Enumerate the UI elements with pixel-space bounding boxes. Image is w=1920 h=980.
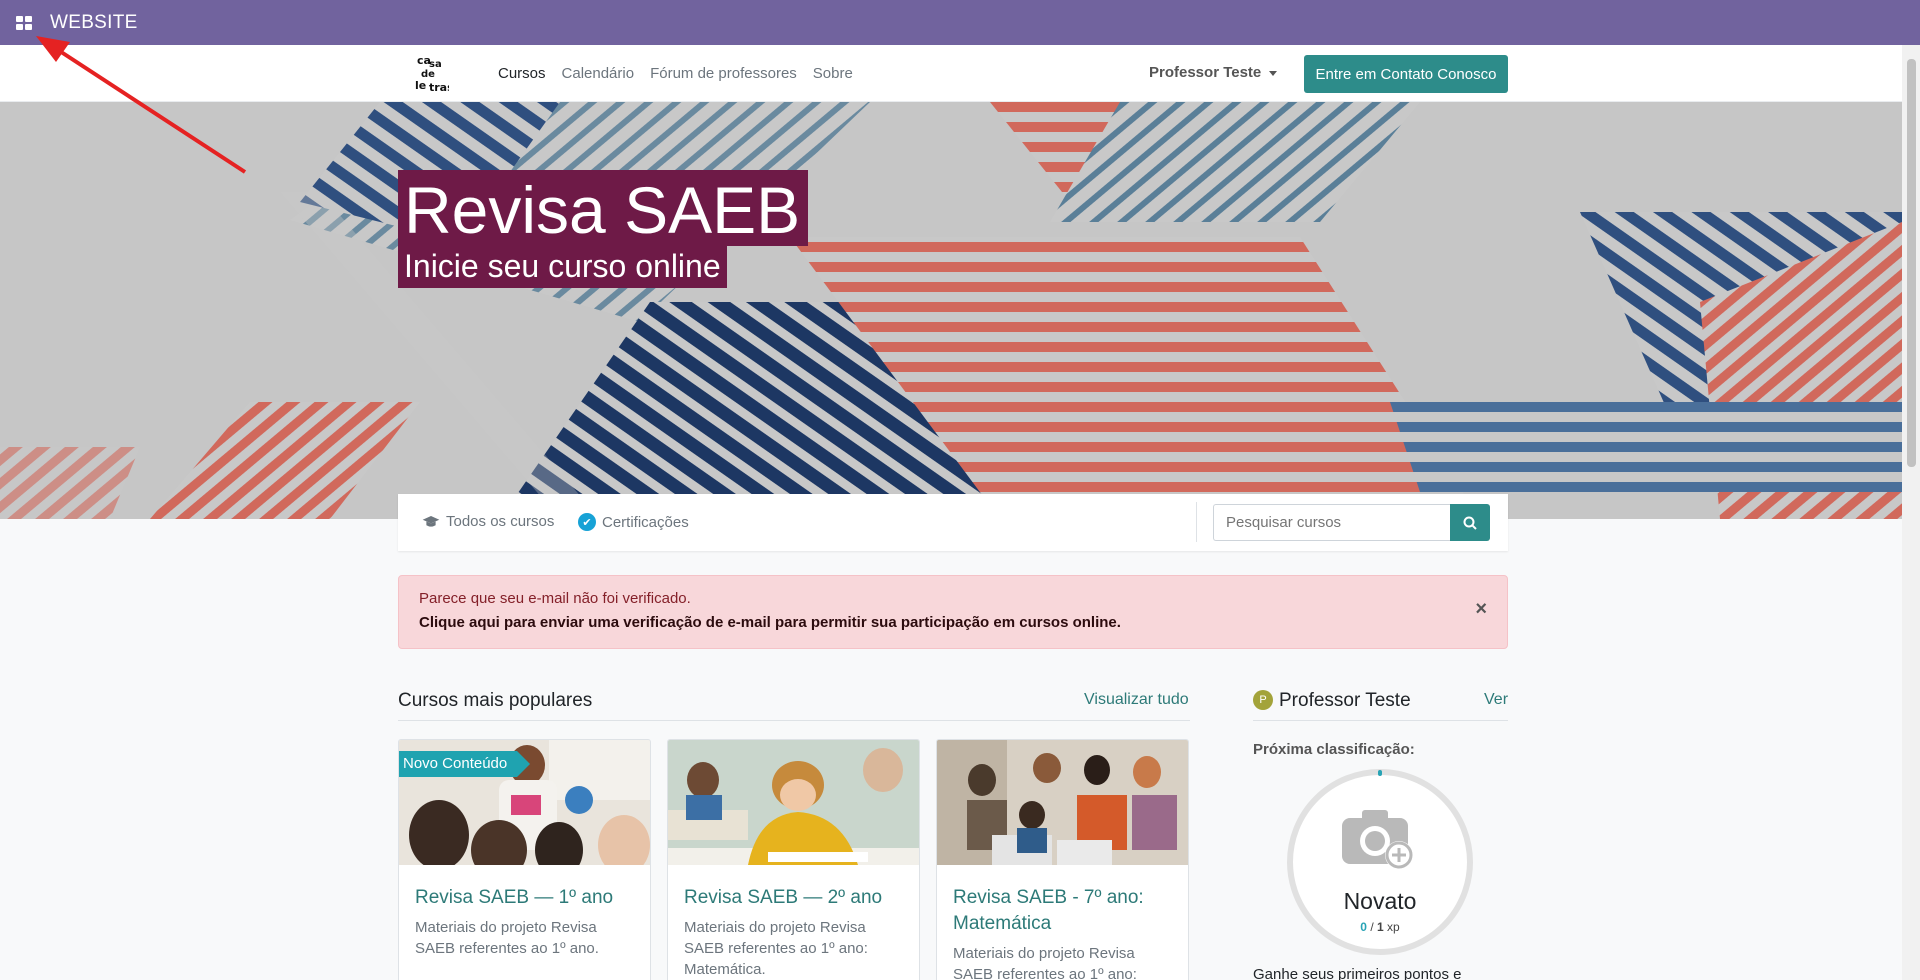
logo-image: ca sa de le tras	[415, 54, 454, 94]
view-profile-link[interactable]: Ver	[1484, 691, 1508, 709]
search-icon	[1463, 516, 1477, 530]
courses-filter-bar: Todos os cursos ✔ Certificações	[398, 494, 1508, 551]
course-description: Materiais do projeto Revisa SAEB referen…	[415, 919, 599, 957]
course-card[interactable]: Revisa SAEB — 2º ano Materiais do projet…	[667, 739, 920, 980]
section-divider	[398, 720, 1190, 721]
hero-title: Revisa SAEB	[398, 170, 809, 246]
rank-progress-indicator	[1378, 770, 1382, 776]
email-verification-alert: Parece que seu e-mail não foi verificado…	[398, 575, 1508, 649]
course-description: Materiais do projeto Revisa SAEB referen…	[953, 945, 1137, 980]
profile-name: Professor Teste	[1279, 690, 1411, 711]
nav-links: Cursos Calendário Fórum de professores S…	[498, 45, 853, 102]
hero-title-block: Revisa SAEB Inicie seu curso online	[398, 170, 809, 288]
app-title: WEBSITE	[50, 11, 138, 33]
svg-text:tras: tras	[429, 81, 449, 93]
send-verification-link[interactable]: Clique aqui para enviar uma verificação …	[419, 614, 1487, 631]
filter-all-courses-label: Todos os cursos	[446, 513, 555, 530]
course-card[interactable]: Revisa SAEB - 7º ano: Matemática Materia…	[936, 739, 1189, 980]
course-description: Materiais do projeto Revisa SAEB referen…	[684, 919, 868, 978]
xp-separator: /	[1366, 920, 1377, 934]
popular-courses-title: Cursos mais populares	[398, 690, 593, 711]
next-rank-label: Próxima classificação:	[1253, 741, 1415, 758]
apps-grid-icon[interactable]	[16, 15, 32, 30]
filter-certifications[interactable]: ✔ Certificações	[578, 513, 689, 531]
filter-divider	[1196, 502, 1197, 542]
odoo-topbar: WEBSITE	[0, 0, 1920, 45]
alert-message: Parece que seu e-mail não foi verificado…	[419, 590, 691, 607]
user-avatar: P	[1253, 690, 1273, 710]
page-scrollbar[interactable]	[1902, 45, 1920, 980]
nav-link-forum[interactable]: Fórum de professores	[650, 65, 797, 82]
course-card[interactable]: Novo Conteúdo Revisa SAEB — 1º ano Mater…	[398, 739, 651, 980]
course-thumbnail	[668, 740, 919, 865]
search-button[interactable]	[1450, 504, 1490, 541]
graduation-cap-icon	[422, 515, 440, 527]
profile-divider	[1253, 720, 1508, 721]
hero-banner: Revisa SAEB Inicie seu curso online	[0, 102, 1902, 519]
course-title[interactable]: Revisa SAEB - 7º ano: Matemática	[937, 865, 1188, 937]
scrollbar-thumb[interactable]	[1907, 59, 1916, 467]
rank-name: Novato	[1343, 888, 1417, 914]
contact-us-button[interactable]: Entre em Contato Conosco	[1304, 55, 1508, 93]
user-menu-dropdown[interactable]: Professor Teste	[1149, 64, 1278, 81]
course-title[interactable]: Revisa SAEB — 1º ano	[399, 865, 650, 911]
gain-points-text: Ganhe seus primeiros pontos e	[1253, 966, 1462, 980]
camera-plus-icon[interactable]	[1342, 808, 1420, 870]
hero-subtitle: Inicie seu curso online	[398, 246, 727, 288]
nav-link-cursos[interactable]: Cursos	[498, 65, 546, 82]
nav-link-sobre[interactable]: Sobre	[813, 65, 853, 82]
hero-background-pattern	[0, 102, 1902, 519]
course-thumbnail: Novo Conteúdo	[399, 740, 650, 865]
caret-down-icon	[1269, 70, 1278, 76]
filter-certifications-label: Certificações	[602, 513, 689, 531]
view-all-link[interactable]: Visualizar tudo	[1084, 691, 1189, 709]
new-content-ribbon: Novo Conteúdo	[399, 751, 531, 777]
course-thumbnail	[937, 740, 1188, 865]
rank-xp: 0 / 1 xp	[1287, 920, 1473, 934]
certified-check-icon: ✔	[578, 513, 596, 531]
site-navbar: ca sa de le tras Cursos Calendário Fórum…	[0, 45, 1902, 102]
svg-text:le: le	[415, 79, 426, 92]
xp-current: 0	[1360, 920, 1367, 934]
xp-unit: xp	[1383, 920, 1400, 934]
nav-link-calendario[interactable]: Calendário	[562, 65, 635, 82]
course-title[interactable]: Revisa SAEB — 2º ano	[668, 865, 919, 911]
filter-all-courses[interactable]: Todos os cursos	[422, 513, 554, 530]
user-name: Professor Teste	[1149, 64, 1262, 81]
search-courses-input[interactable]	[1213, 504, 1450, 541]
close-icon[interactable]: ×	[1475, 598, 1487, 621]
site-logo[interactable]: ca sa de le tras	[413, 53, 454, 94]
xp-total: 1	[1377, 920, 1384, 934]
